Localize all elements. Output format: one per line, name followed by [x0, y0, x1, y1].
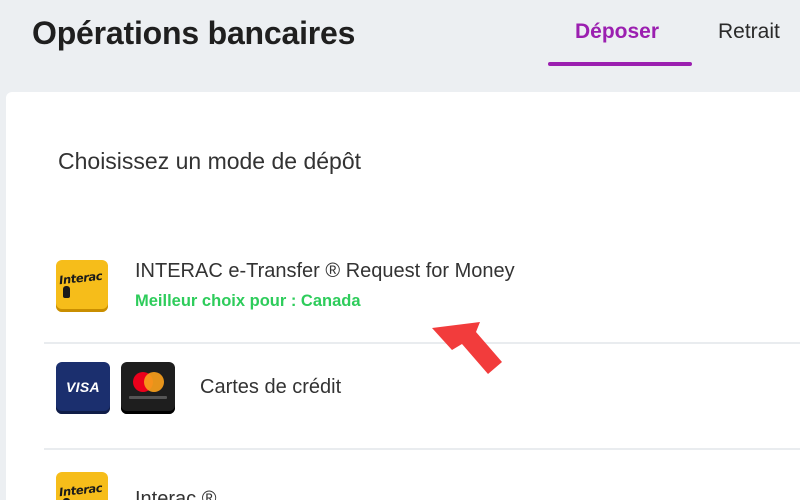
visa-logo-text: VISA — [66, 379, 100, 395]
banking-page: Opérations bancaires Déposer Retrait Cho… — [0, 0, 800, 500]
interac-logo-text: Interac — [58, 480, 103, 500]
red-arrow-icon — [432, 322, 502, 374]
section-title: Choisissez un mode de dépôt — [58, 148, 362, 174]
header: Opérations bancaires Déposer Retrait — [0, 0, 800, 90]
interac-logo-text: Interac — [58, 268, 103, 288]
mastercard-logo-icon — [121, 362, 175, 414]
interac-hand-mark — [63, 286, 70, 298]
method-item-interac[interactable]: Interac Interac ® — [6, 450, 800, 500]
best-choice-label: Meilleur choix pour : Canada — [135, 292, 361, 310]
mastercard-orange-circle — [144, 372, 164, 392]
page-title: Opérations bancaires — [32, 15, 356, 51]
visa-logo-icon: VISA — [56, 362, 110, 414]
tab-deposit[interactable]: Déposer — [575, 20, 659, 44]
mastercard-subtext-mark — [129, 396, 167, 399]
deposit-methods-card: Choisissez un mode de dépôt Interac INTE… — [6, 92, 800, 500]
tab-withdraw[interactable]: Retrait — [718, 20, 780, 44]
active-tab-indicator — [548, 62, 692, 66]
method-name: INTERAC e-Transfer ® Request for Money — [135, 260, 515, 282]
method-name: Cartes de crédit — [200, 376, 342, 398]
interac-logo-icon: Interac — [56, 472, 108, 500]
interac-logo-icon: Interac — [56, 260, 108, 312]
method-item-credit-cards[interactable]: VISA Cartes de crédit — [6, 344, 800, 448]
method-name: Interac ® — [135, 488, 217, 500]
method-item-interac-etransfer[interactable]: Interac INTERAC e-Transfer ® Request for… — [6, 252, 800, 342]
